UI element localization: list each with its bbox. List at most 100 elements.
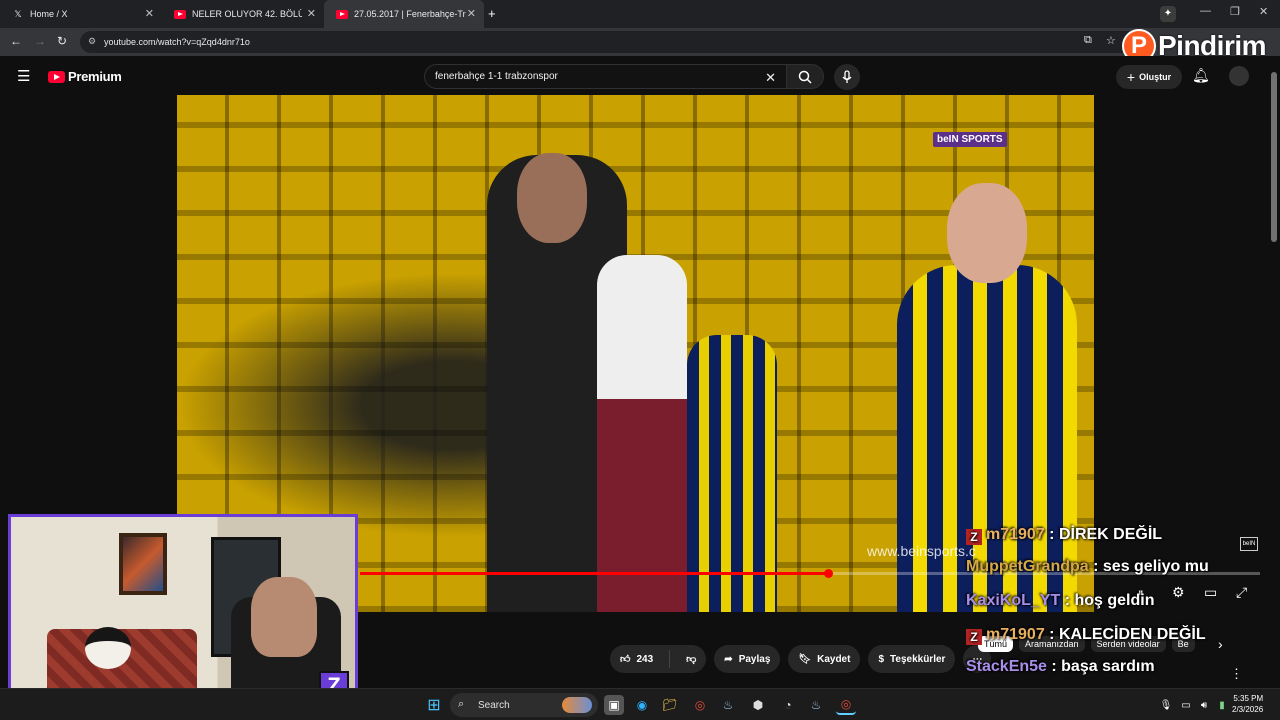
close-icon[interactable]: ✕ [467, 7, 476, 20]
steam-alt-icon[interactable]: ♨ [806, 695, 826, 715]
taskbar-search[interactable]: ⌕ Search [450, 693, 598, 717]
chat-message: Zm71907 : KALECİDEN DEĞİL [966, 626, 1206, 645]
clear-search-icon[interactable]: ✕ [765, 70, 776, 86]
tab-title: Home / X [30, 9, 68, 19]
chevron-right-icon[interactable]: › [1218, 636, 1223, 652]
clock-date: 2/3/2026 [1232, 705, 1264, 714]
chat-text: : KALECİDEN DEĞİL [1044, 626, 1206, 643]
window-close-icon[interactable]: ✕ [1259, 5, 1268, 18]
channel-watermark-icon[interactable]: beIN [1240, 537, 1258, 551]
youtube-play-icon [48, 70, 65, 83]
page-scrollbar[interactable] [1270, 66, 1278, 686]
save-button[interactable]: 🔖︎ Kaydet [788, 645, 861, 673]
bookmark-star-icon[interactable]: ☆ [1106, 34, 1116, 47]
voice-search-button[interactable] [834, 64, 860, 90]
save-label: Kaydet [817, 653, 851, 665]
youtube-icon [174, 8, 186, 20]
display-tray-icon[interactable]: ▭ [1176, 695, 1196, 715]
url-text: youtube.com/watch?v=qZqd4dnr71o [104, 37, 250, 47]
search-highlight-icon [562, 697, 592, 713]
streamer-webcam: Z [8, 514, 358, 710]
miniplayer-icon[interactable]: ▭ [1204, 584, 1217, 601]
new-tab-button[interactable]: + [488, 6, 496, 21]
youtube-logo[interactable]: Premium [48, 69, 122, 84]
tab-title: 27.05.2017 | Fenerbahçe-Trabz [354, 9, 466, 19]
webcam-plush-toy [85, 627, 131, 669]
forward-icon[interactable]: → [34, 34, 46, 48]
bookmark-icon: 🔖︎ [798, 653, 812, 665]
browser-tab-strip: 𝕏 Home / X ✕ NELER OLUYOR 42. BÖLÜM - Y … [0, 0, 1280, 28]
video-actions: 👍︎ 243 👎︎ ➦ Paylaş 🔖︎ Kaydet $ Teşekkürl… [610, 645, 992, 673]
fullscreen-icon[interactable]: ⤢ [1236, 584, 1247, 601]
logo-text: Premium [68, 69, 122, 84]
battery-icon[interactable]: ▮ [1212, 695, 1232, 715]
chat-username: m71907 [986, 626, 1045, 643]
search-input[interactable]: fenerbahçe 1-1 trabzonspor ✕ [424, 64, 788, 89]
bein-url-watermark: www.beinsports.c [867, 543, 976, 559]
like-count: 243 [636, 653, 654, 665]
thanks-dollar-icon: $ [878, 653, 885, 665]
install-icon[interactable]: ⧉ [1084, 34, 1092, 47]
task-view-icon[interactable]: ▣ [604, 695, 624, 715]
search-icon: ⌕ [458, 698, 465, 710]
site-info-icon[interactable]: ⚙ [88, 36, 96, 47]
kebab-menu-icon[interactable]: ⋮ [1230, 666, 1243, 682]
reload-icon[interactable]: ↻ [57, 34, 67, 48]
restore-icon[interactable]: ❐ [1230, 5, 1240, 18]
app-icon[interactable]: ⬢ [748, 695, 768, 715]
steam-icon[interactable]: ♨ [718, 695, 738, 715]
thumbs-up-icon: 👍︎ [620, 654, 631, 665]
like-dislike-group: 👍︎ 243 👎︎ [610, 645, 707, 673]
windows-start-icon[interactable]: ⊞ [424, 695, 444, 715]
create-button[interactable]: + Oluştur [1116, 65, 1182, 89]
referee-head [517, 153, 587, 243]
share-icon: ➦ [724, 653, 733, 665]
bein-sports-watermark: beIN SPORTS [933, 132, 1007, 147]
scrollbar-thumb[interactable] [1271, 72, 1277, 242]
obs-icon[interactable]: ◔ [778, 695, 798, 715]
chat-username: m71907 [986, 526, 1045, 543]
notification-bell-icon[interactable]: 🔔︎ [1192, 67, 1210, 84]
progress-fill [360, 572, 828, 575]
volume-icon[interactable]: 🔊︎ [1194, 695, 1214, 715]
chat-message: KaxiKoL_YT : hoş geldin [966, 592, 1154, 610]
hamburger-menu-icon[interactable]: ☰ [17, 67, 30, 85]
system-clock[interactable]: 5:35 PM 2/3/2026 [1232, 693, 1263, 715]
subscriber-badge-icon: Z [966, 629, 982, 645]
player-head [947, 183, 1027, 283]
webcam-streamer [251, 577, 317, 657]
x-logo-icon: 𝕏 [14, 8, 22, 19]
tab-fenerbahce-trabzonspor[interactable]: 27.05.2017 | Fenerbahçe-Trabz ✕ [324, 0, 484, 28]
file-explorer-icon[interactable]: 📁︎ [660, 695, 680, 715]
chrome-active-icon[interactable]: ◎ [836, 695, 856, 715]
like-button[interactable]: 👍︎ 243 [610, 645, 663, 673]
trabzonspor-player [597, 255, 687, 612]
fenerbahce-player-back [687, 335, 777, 612]
close-icon[interactable]: ✕ [307, 7, 316, 20]
sparkle-icon[interactable]: ✦ [1160, 6, 1176, 22]
dislike-button[interactable]: 👎︎ [676, 645, 706, 673]
chrome-icon[interactable]: ◎ [690, 695, 710, 715]
back-icon[interactable]: ← [10, 34, 22, 48]
chat-username: KaxiKoL_YT [966, 592, 1061, 609]
tab-x-home[interactable]: 𝕏 Home / X ✕ [0, 0, 162, 28]
thumbs-down-icon: 👎︎ [686, 654, 697, 665]
microphone-tray-icon[interactable]: 🎙︎ [1156, 695, 1176, 715]
minimize-icon[interactable]: — [1200, 5, 1211, 17]
chat-text: : DİREK DEĞİL [1044, 526, 1163, 543]
settings-gear-icon[interactable]: ⚙ [1172, 584, 1185, 601]
search-button[interactable] [786, 64, 824, 89]
webcam-painting [119, 533, 167, 595]
youtube-icon [336, 8, 348, 20]
progress-scrubber[interactable] [824, 569, 833, 578]
tab-neler-oluyor[interactable]: NELER OLUYOR 42. BÖLÜM - Y ✕ [162, 0, 324, 28]
thanks-button[interactable]: $ Teşekkürler [868, 645, 956, 673]
close-icon[interactable]: ✕ [145, 7, 154, 20]
share-button[interactable]: ➦ Paylaş [714, 645, 781, 673]
chat-message: MuppetGrandpa : ses geliyo mu [966, 558, 1209, 576]
url-field[interactable]: ⚙ youtube.com/watch?v=qZqd4dnr71o [80, 31, 1140, 53]
chat-username: StackEn5e [966, 658, 1047, 675]
edge-icon[interactable]: ◉ [632, 695, 652, 715]
chat-text: : hoş geldin [1060, 592, 1155, 609]
avatar[interactable] [1229, 66, 1249, 86]
